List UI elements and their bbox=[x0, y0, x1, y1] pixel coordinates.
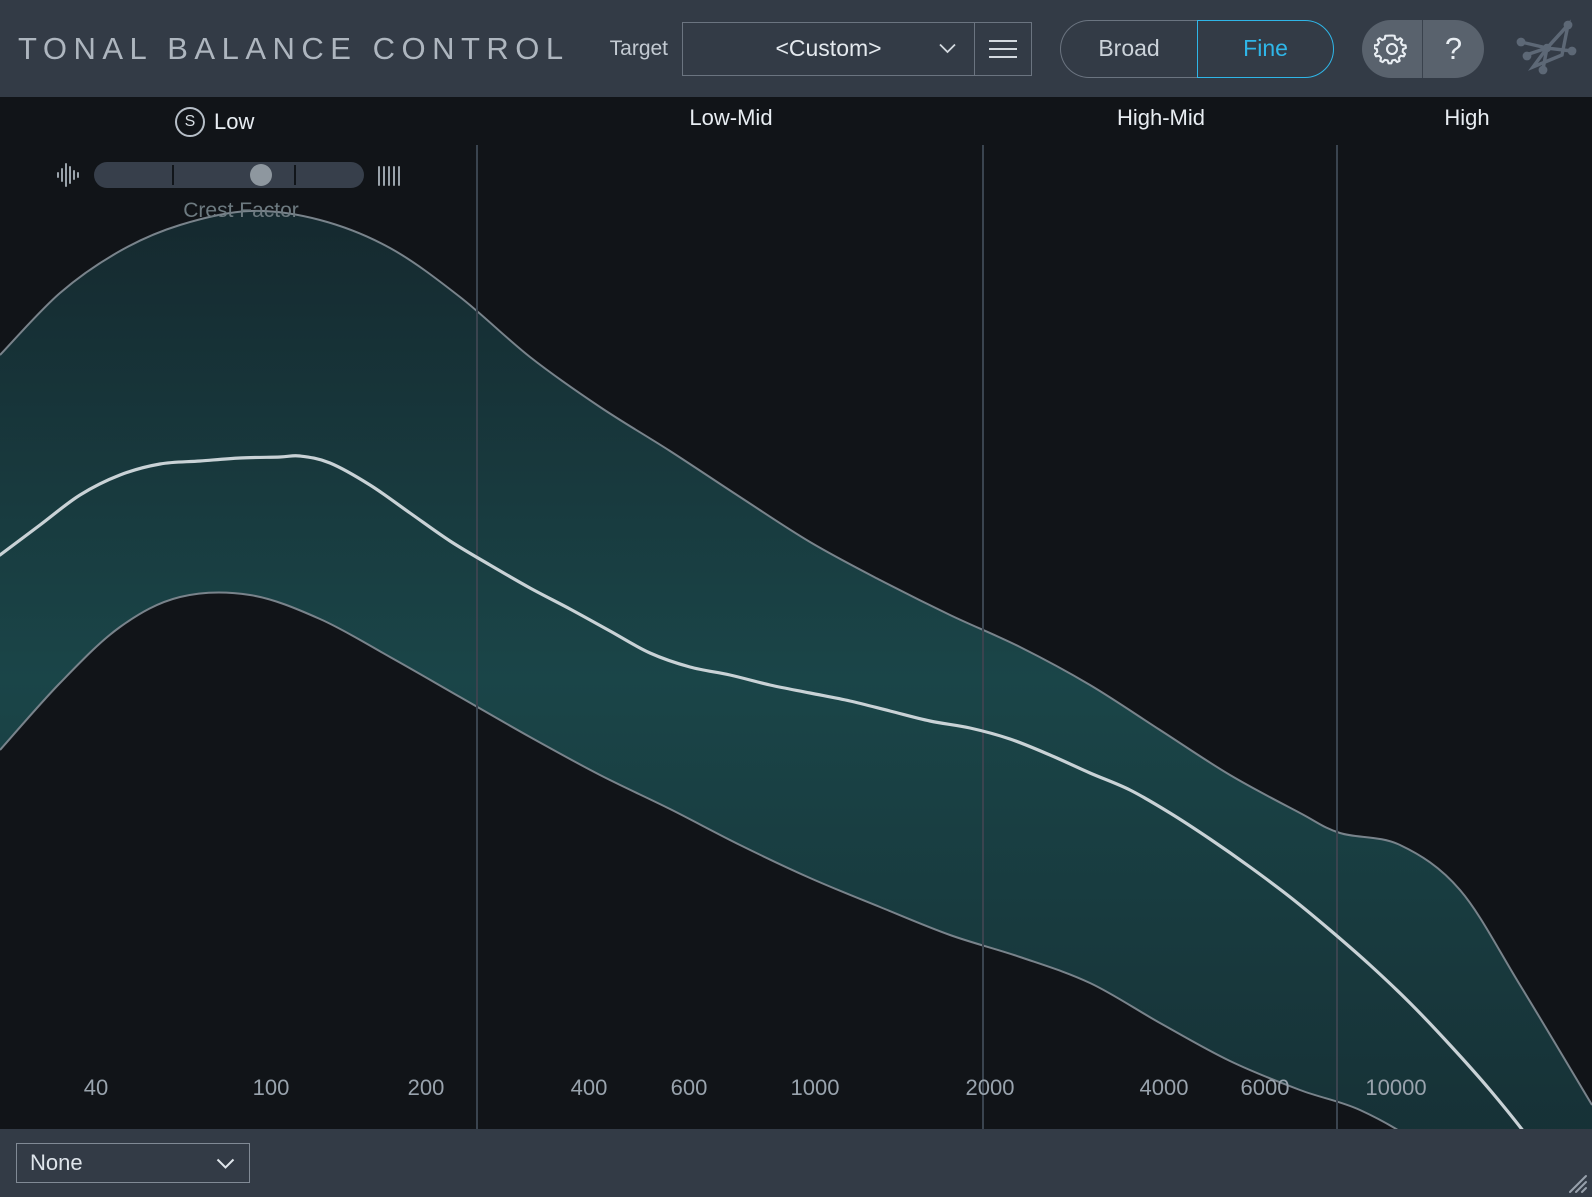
target-label: Target bbox=[609, 36, 669, 60]
settings-button[interactable] bbox=[1362, 19, 1424, 78]
target-control-group: <Custom> bbox=[682, 21, 1033, 76]
question-mark-icon: ? bbox=[1444, 31, 1463, 66]
band-label-high: High bbox=[1444, 105, 1490, 130]
hamburger-menu-icon-line bbox=[989, 55, 1018, 58]
axis-tick-10000: 10000 bbox=[1365, 1075, 1427, 1100]
chevron-down-icon bbox=[939, 43, 956, 53]
axis-tick-400: 400 bbox=[570, 1075, 608, 1100]
target-select[interactable]: <Custom> bbox=[682, 21, 975, 76]
page-title: TONAL BALANCE CONTROL bbox=[18, 30, 570, 66]
crest-factor-label: Crest Factor bbox=[183, 199, 299, 222]
crest-slider-tick bbox=[172, 165, 175, 185]
routing-select[interactable]: None bbox=[16, 1143, 250, 1183]
mode-button-fine[interactable]: Fine bbox=[1197, 19, 1335, 78]
gear-icon bbox=[1374, 33, 1407, 64]
spectrum-plot[interactable] bbox=[0, 145, 1592, 1129]
axis-tick-6000: 6000 bbox=[1240, 1075, 1290, 1100]
hamburger-menu-icon-line bbox=[989, 39, 1018, 42]
solo-icon[interactable]: S bbox=[175, 107, 205, 137]
app-header: TONAL BALANCE CONTROL Target <Custom> Br… bbox=[0, 0, 1592, 97]
crest-slider-tick bbox=[293, 165, 296, 185]
target-select-value: <Custom> bbox=[775, 35, 882, 61]
crest-factor-control: Crest Factor bbox=[56, 160, 426, 228]
axis-tick-1000: 1000 bbox=[790, 1075, 840, 1100]
crest-factor-slider[interactable] bbox=[94, 162, 364, 188]
routing-select-value: None bbox=[30, 1150, 83, 1175]
chevron-down-icon bbox=[216, 1158, 235, 1169]
axis-tick-4000: 4000 bbox=[1139, 1075, 1189, 1100]
sidebar-item-low-band[interactable]: S Low bbox=[175, 107, 254, 137]
view-mode-toggle: Broad Fine bbox=[1060, 19, 1335, 78]
resize-grip-icon[interactable] bbox=[1562, 1168, 1588, 1194]
help-button[interactable]: ? bbox=[1423, 20, 1484, 78]
axis-tick-100: 100 bbox=[252, 1075, 290, 1100]
target-zone-fill bbox=[0, 210, 1592, 1129]
header-icon-group: ? bbox=[1362, 19, 1485, 78]
crest-slider-thumb[interactable] bbox=[250, 164, 273, 186]
axis-tick-600: 600 bbox=[670, 1075, 708, 1100]
hamburger-menu-icon-line bbox=[989, 47, 1018, 50]
izotope-logo-icon[interactable] bbox=[1510, 15, 1584, 83]
footer-bar: None bbox=[0, 1129, 1592, 1197]
axis-tick-40: 40 bbox=[83, 1075, 109, 1100]
mode-button-broad[interactable]: Broad bbox=[1060, 19, 1198, 78]
band-label-high-mid: High-Mid bbox=[1116, 105, 1206, 130]
band-label-low: Low bbox=[214, 109, 255, 134]
axis-tick-200: 200 bbox=[407, 1075, 445, 1100]
band-label-low-mid: Low-Mid bbox=[689, 105, 773, 130]
tonal-balance-control-window: TONAL BALANCE CONTROL Target <Custom> Br… bbox=[0, 0, 1592, 1197]
waveform-high-crest-icon bbox=[378, 166, 400, 186]
waveform-low-crest-icon bbox=[57, 163, 79, 187]
axis-tick-2000: 2000 bbox=[965, 1075, 1015, 1100]
target-menu-button[interactable] bbox=[974, 21, 1033, 76]
frequency-axis: 40 100 200 400 600 1000 2000 4000 6000 10000 bbox=[0, 1075, 1592, 1125]
